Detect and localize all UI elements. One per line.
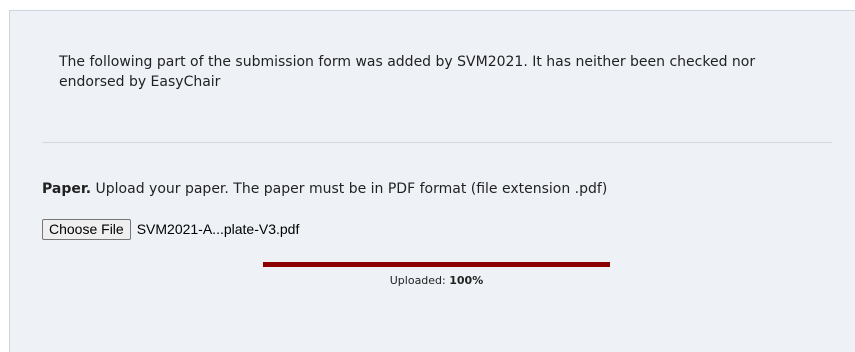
submission-form-panel: The following part of the submission for… [9,10,855,352]
selected-file-name: SVM2021-A...plate-V3.pdf [136,221,300,237]
upload-status-label: Uploaded: [389,274,450,287]
upload-progress-bar [263,262,610,267]
upload-percent: 100% [449,274,484,287]
paper-field-label: Paper. Upload your paper. The paper must… [42,179,607,199]
file-upload-row: Choose File SVM2021-A...plate-V3.pdf [42,218,299,240]
upload-status: Uploaded: 100% [263,274,610,288]
form-notice: The following part of the submission for… [59,54,756,90]
paper-label: Paper. [42,181,92,197]
choose-file-button[interactable]: Choose File [42,218,131,240]
section-divider [42,142,832,143]
upload-progress-fill [263,262,610,267]
paper-instructions: Upload your paper. The paper must be in … [91,181,608,197]
